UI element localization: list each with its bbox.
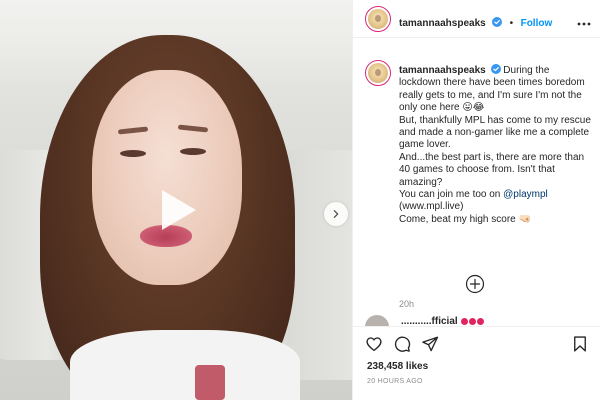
heart-icon[interactable] [365, 335, 383, 353]
video-shirt-print [195, 365, 225, 400]
caption-text-line-3: And...the best part is, there are more t… [399, 151, 585, 188]
caption-url: (www.mpl.live) [399, 201, 464, 213]
paper-plane-icon[interactable] [421, 335, 439, 353]
verified-badge-icon [492, 14, 503, 27]
header-username[interactable]: tamannaahspeaks [399, 18, 486, 29]
heart-emoji-icon [477, 318, 485, 325]
post-timestamp[interactable]: 20 HOURS AGO [367, 378, 423, 385]
heart-emoji-icon [469, 318, 477, 325]
video-person-face [92, 70, 242, 285]
play-icon[interactable] [150, 184, 202, 236]
bookmark-icon[interactable] [571, 335, 589, 353]
video-person-shirt [70, 330, 300, 400]
mention-link[interactable]: @plaympl [503, 189, 548, 200]
post-caption: tamannaahspeaks During the lockdown ther… [399, 64, 593, 226]
caption-text-line-4: You can join me too on [399, 189, 504, 201]
post-actions: 238,458 likes 20 HOURS AGO [353, 326, 600, 400]
chevron-right-icon[interactable] [324, 202, 348, 226]
caption-avatar[interactable] [365, 60, 391, 86]
video-person-eye [120, 150, 146, 157]
commenter-avatar[interactable] [365, 315, 389, 326]
header-separator: • [509, 18, 514, 29]
commenter-username[interactable]: ...........fficial [401, 316, 485, 326]
caption-text-line-2: But, thankfully MPL has come to my rescu… [399, 114, 591, 151]
post-video[interactable] [0, 0, 352, 400]
plus-circle-icon[interactable] [465, 274, 485, 294]
comment-icon[interactable] [393, 335, 411, 353]
header-meta: tamannaahspeaks • Follow [399, 13, 552, 31]
caption-timestamp[interactable]: 20h [399, 299, 414, 309]
post-header: tamannaahspeaks • Follow [353, 0, 600, 38]
video-person-eye [180, 148, 206, 155]
follow-button[interactable]: Follow [521, 18, 553, 29]
like-count[interactable]: 238,458 likes [367, 361, 428, 372]
caption-text-line-6: Come, beat my high score 🤜🏻 [399, 213, 531, 225]
heart-emoji-icon [461, 318, 469, 325]
more-options-icon[interactable] [577, 13, 591, 26]
post-side-panel: tamannaahspeaks • Follow tamannaahspeaks… [352, 0, 600, 400]
avatar[interactable] [365, 6, 391, 32]
caption-username[interactable]: tamannaahspeaks [399, 65, 486, 76]
comment-preview: ...........fficial [353, 312, 600, 326]
verified-badge-icon [490, 64, 501, 74]
